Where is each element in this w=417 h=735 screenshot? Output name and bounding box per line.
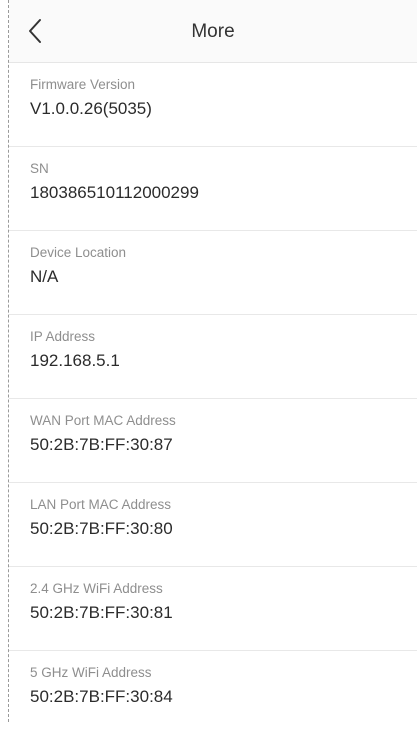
list-item-wifi-24ghz: 2.4 GHz WiFi Address 50:2B:7B:FF:30:81 <box>9 567 417 651</box>
item-label: WAN Port MAC Address <box>30 413 176 428</box>
item-value: V1.0.0.26(5035) <box>30 99 152 118</box>
list-item-device-location: Device Location N/A <box>9 231 417 315</box>
list-item-wan-mac: WAN Port MAC Address 50:2B:7B:FF:30:87 <box>9 399 417 483</box>
item-value: 180386510112000299 <box>30 183 199 202</box>
item-label: Device Location <box>30 245 127 260</box>
item-value: 50:2B:7B:FF:30:87 <box>30 435 173 454</box>
device-info-list: Firmware Version V1.0.0.26(5035) SN 1803… <box>9 63 417 735</box>
list-item-firmware-version: Firmware Version V1.0.0.26(5035) <box>9 63 417 147</box>
item-label: Firmware Version <box>30 77 136 92</box>
item-value: 50:2B:7B:FF:30:80 <box>30 519 173 538</box>
nav-header: More <box>9 0 417 63</box>
item-value: N/A <box>30 267 59 286</box>
list-item-lan-mac: LAN Port MAC Address 50:2B:7B:FF:30:80 <box>9 483 417 567</box>
item-value: 50:2B:7B:FF:30:84 <box>30 687 173 706</box>
item-label: IP Address <box>30 329 96 344</box>
list-item-wifi-5ghz: 5 GHz WiFi Address 50:2B:7B:FF:30:84 <box>9 651 417 735</box>
item-value: 50:2B:7B:FF:30:81 <box>30 603 173 622</box>
list-item-sn: SN 180386510112000299 <box>9 147 417 231</box>
item-label: SN <box>30 161 49 176</box>
item-value: 192.168.5.1 <box>30 351 120 370</box>
page-title: More <box>191 21 235 42</box>
item-label: 2.4 GHz WiFi Address <box>30 581 163 596</box>
item-label: 5 GHz WiFi Address <box>30 665 152 680</box>
list-item-ip-address: IP Address 192.168.5.1 <box>9 315 417 399</box>
item-label: LAN Port MAC Address <box>30 497 172 512</box>
